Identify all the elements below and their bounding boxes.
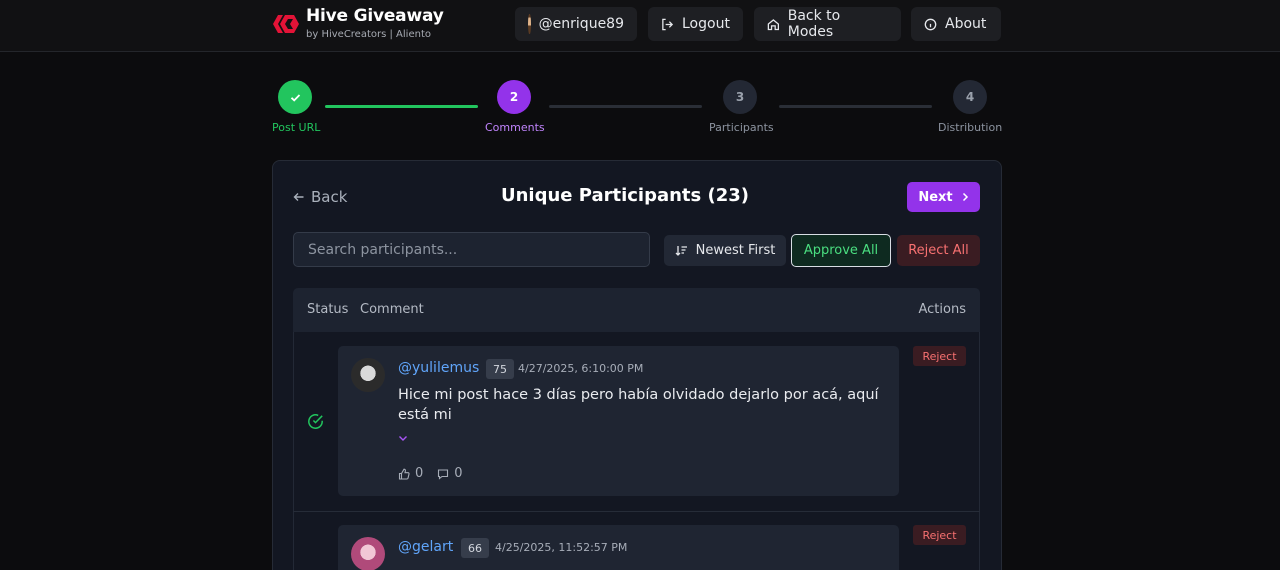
logout-button[interactable]: Logout	[648, 7, 743, 41]
comment-card: @gelart 66 4/25/2025, 11:52:57 PM	[338, 525, 899, 570]
back-label: Back	[311, 188, 348, 206]
app-subtitle: by HiveCreators | Aliento	[306, 29, 431, 40]
reputation-badge: 66	[461, 538, 489, 558]
approved-status-icon[interactable]	[307, 413, 324, 430]
check-icon	[290, 93, 300, 102]
comment-icon	[438, 468, 449, 480]
status-column-header: Status	[307, 302, 349, 317]
next-label: Next	[918, 189, 953, 205]
commenter-username[interactable]: @yulilemus	[398, 360, 479, 376]
step-1-circle	[278, 80, 312, 114]
expand-comment-button[interactable]	[398, 432, 408, 445]
logout-label: Logout	[682, 16, 730, 32]
step-4-circle: 4	[953, 80, 987, 114]
comment-column-header: Comment	[360, 302, 424, 317]
panel-title: Unique Participants (23)	[500, 185, 750, 206]
row-divider	[293, 511, 980, 512]
step-connector-1	[325, 105, 478, 108]
chevron-down-icon	[399, 436, 407, 441]
search-input[interactable]	[293, 232, 650, 267]
step-1-label: Post URL	[272, 121, 321, 134]
reject-button[interactable]: Reject	[913, 525, 966, 545]
chevron-right-icon	[962, 192, 968, 202]
user-menu-button[interactable]: @enrique89	[515, 7, 637, 41]
app-header: Hive Giveaway by HiveCreators | Aliento …	[0, 0, 1280, 52]
comment-timestamp: 4/25/2025, 11:52:57 PM	[495, 541, 628, 554]
actions-column-header: Actions	[918, 302, 967, 317]
user-avatar	[528, 14, 531, 34]
about-button[interactable]: About	[911, 7, 1001, 41]
approve-all-button[interactable]: Approve All	[791, 234, 891, 267]
comment-stats: 0 0	[398, 466, 463, 481]
home-icon	[767, 18, 780, 30]
step-2-circle: 2	[497, 80, 531, 114]
sort-button[interactable]: Newest First	[664, 235, 786, 266]
comment-timestamp: 4/27/2025, 6:10:00 PM	[518, 362, 644, 375]
commenter-username[interactable]: @gelart	[398, 539, 453, 555]
step-connector-3	[779, 105, 932, 108]
likes-count: 0	[398, 466, 423, 481]
step-connector-2	[549, 105, 702, 108]
next-button[interactable]: Next	[907, 182, 980, 212]
hive-logo-icon	[273, 15, 299, 33]
sort-label: Newest First	[695, 243, 776, 258]
username-label: @enrique89	[538, 16, 624, 32]
logout-icon	[662, 18, 674, 30]
arrow-left-icon	[293, 193, 304, 201]
info-icon	[924, 18, 937, 30]
app-title: Hive Giveaway	[306, 6, 444, 26]
commenter-avatar	[351, 358, 385, 392]
thumbs-up-icon	[398, 468, 410, 480]
about-label: About	[945, 16, 987, 32]
comment-card: @yulilemus 75 4/27/2025, 6:10:00 PM Hice…	[338, 346, 899, 496]
reject-all-button[interactable]: Reject All	[897, 235, 980, 266]
commenter-avatar	[351, 537, 385, 570]
step-3-label: Participants	[709, 121, 774, 134]
replies-count: 0	[437, 466, 463, 481]
step-3-circle: 3	[723, 80, 757, 114]
reject-button[interactable]: Reject	[913, 346, 966, 366]
back-to-modes-button[interactable]: Back to Modes	[754, 7, 901, 41]
step-4-label: Distribution	[938, 121, 1003, 134]
reputation-badge: 75	[486, 359, 514, 379]
back-button[interactable]: Back	[293, 188, 347, 206]
step-2-label: Comments	[485, 121, 545, 134]
comment-text: Hice mi post hace 3 días pero había olvi…	[398, 387, 879, 423]
back-to-modes-label: Back to Modes	[787, 8, 841, 40]
sort-icon	[675, 246, 687, 256]
table-header: Status Comment Actions	[293, 288, 980, 332]
